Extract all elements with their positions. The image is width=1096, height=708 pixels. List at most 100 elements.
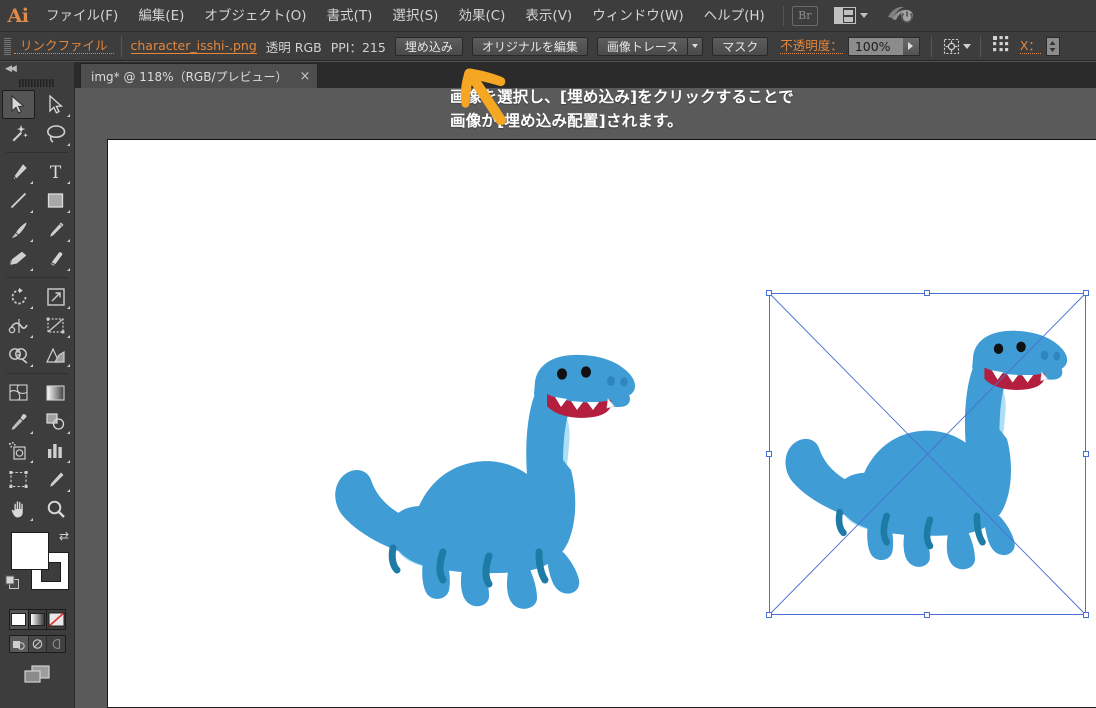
tool-panel: ◀◀ T ⇄	[0, 62, 75, 708]
linked-file-label[interactable]: リンクファイル	[14, 38, 114, 54]
gradient-swatch-button[interactable]	[29, 610, 48, 629]
tool-blob-brush[interactable]	[2, 244, 35, 273]
menu-item-type[interactable]: 書式(T)	[317, 0, 383, 32]
selection-bounding-box[interactable]	[766, 290, 1089, 618]
tool-rotate[interactable]	[2, 282, 35, 311]
selection-handle-tl[interactable]	[766, 290, 772, 296]
swap-fill-stroke-icon[interactable]: ⇄	[59, 529, 69, 543]
tool-hand[interactable]	[2, 494, 35, 523]
tool-lasso[interactable]	[39, 119, 72, 148]
fill-swatch[interactable]	[11, 532, 49, 570]
screen-mode-button[interactable]	[0, 663, 74, 685]
selection-handle-br[interactable]	[1083, 612, 1089, 618]
tool-symbol-sprayer[interactable]	[2, 436, 35, 465]
tool-panel-collapse[interactable]: ◀◀	[0, 62, 74, 76]
menu-bar: Ai ファイル(F) 編集(E) オブジェクト(O) 書式(T) 選択(S) 効…	[0, 0, 1096, 32]
up-left-arrow-icon	[460, 68, 507, 126]
draw-normal-button[interactable]	[10, 636, 29, 652]
menu-item-edit[interactable]: 編集(E)	[128, 0, 194, 32]
selection-handle-ml[interactable]	[766, 451, 772, 457]
tool-direct-selection[interactable]	[39, 90, 72, 119]
mask-button[interactable]: マスク	[712, 36, 769, 56]
image-trace-button[interactable]: 画像トレース	[596, 36, 689, 56]
selection-handle-tc[interactable]	[924, 290, 930, 296]
none-swatch-button[interactable]	[47, 610, 65, 629]
document-tab-title: img* @ 118%（RGB/プレビュー）	[91, 69, 288, 84]
linked-file-name[interactable]: character_isshi-.png	[130, 38, 257, 54]
opacity-popup-button[interactable]	[902, 37, 919, 55]
opacity-label[interactable]: 不透明度：	[780, 38, 843, 54]
divider	[930, 35, 932, 57]
tool-selection[interactable]	[2, 90, 35, 119]
bridge-icon[interactable]: Br	[791, 5, 818, 26]
menu-item-window[interactable]: ウィンドウ(W)	[582, 0, 693, 32]
tool-mesh[interactable]	[2, 378, 35, 407]
menu-item-file[interactable]: ファイル(F)	[36, 0, 128, 32]
tool-type[interactable]: T	[39, 157, 72, 186]
dino-unselected[interactable]	[323, 320, 653, 650]
tool-width[interactable]	[2, 311, 35, 340]
selection-handle-bl[interactable]	[766, 612, 772, 618]
reference-point-icon[interactable]	[992, 35, 1012, 58]
app-logo: Ai	[7, 4, 29, 27]
tool-gradient[interactable]	[39, 378, 72, 407]
tool-column-graph[interactable]	[39, 436, 72, 465]
close-icon[interactable]: ×	[300, 70, 311, 83]
double-chevron-left-icon: ◀◀	[5, 64, 17, 74]
tool-magic-wand[interactable]	[2, 119, 35, 148]
tool-grid	[0, 90, 75, 148]
draw-behind-button[interactable]	[28, 636, 48, 652]
illustrator-window: Ai ファイル(F) 編集(E) オブジェクト(O) 書式(T) 選択(S) 効…	[0, 0, 1096, 708]
tool-free-transform[interactable]	[39, 311, 72, 340]
default-fill-stroke-icon[interactable]	[5, 575, 21, 595]
menu-item-select[interactable]: 選択(S)	[382, 0, 448, 32]
embed-button[interactable]: 埋め込み	[394, 36, 463, 56]
workspace-switcher-icon[interactable]	[833, 7, 868, 24]
chevron-down-icon	[962, 43, 971, 49]
tool-pen[interactable]	[2, 157, 35, 186]
tool-slice[interactable]	[39, 465, 72, 494]
tool-eyedropper[interactable]	[2, 407, 35, 436]
document-tab[interactable]: img* @ 118%（RGB/プレビュー） ×	[80, 63, 319, 88]
tool-blend[interactable]	[39, 407, 72, 436]
tool-perspective-grid[interactable]	[39, 340, 72, 369]
edit-original-button[interactable]: オリジナルを編集	[471, 36, 588, 56]
tool-divider	[6, 277, 69, 278]
tool-panel-gripper[interactable]	[0, 76, 74, 90]
tool-pencil[interactable]	[39, 215, 72, 244]
color-swatch-button[interactable]	[10, 610, 29, 629]
ppi-info: PPI：215	[330, 39, 386, 55]
tool-line-segment[interactable]	[2, 186, 35, 215]
tool-divider	[6, 373, 69, 374]
selection-handle-mr[interactable]	[1083, 451, 1089, 457]
align-options-icon[interactable]	[943, 38, 971, 55]
draw-inside-button[interactable]	[47, 636, 65, 652]
tool-paintbrush[interactable]	[2, 215, 35, 244]
selection-handle-tr[interactable]	[1083, 290, 1089, 296]
cc-sync-icon[interactable]	[886, 4, 916, 28]
divider	[979, 35, 981, 57]
tool-eraser[interactable]	[39, 244, 72, 273]
fill-stroke-controls: ⇄	[0, 527, 75, 605]
artboard[interactable]	[107, 139, 1096, 708]
selection-handle-bc[interactable]	[924, 612, 930, 618]
opacity-value: 100%	[854, 38, 891, 54]
tool-divider	[6, 152, 69, 153]
canvas-area[interactable]	[75, 139, 1096, 708]
tool-scale[interactable]	[39, 282, 72, 311]
draw-mode-row	[9, 635, 66, 653]
selection-diagonals	[769, 293, 1086, 615]
tool-shape-builder[interactable]	[2, 340, 35, 369]
image-trace-dropdown[interactable]	[688, 36, 704, 56]
x-position-label[interactable]: X：	[1019, 38, 1041, 54]
menu-item-help[interactable]: ヘルプ(H)	[694, 0, 775, 32]
menu-item-effect[interactable]: 効果(C)	[448, 0, 515, 32]
menu-item-object[interactable]: オブジェクト(O)	[194, 0, 316, 32]
menu-item-view[interactable]: 表示(V)	[515, 0, 582, 32]
tool-zoom[interactable]	[39, 494, 72, 523]
tool-rectangle[interactable]	[39, 186, 72, 215]
opacity-input[interactable]: 100%	[847, 36, 920, 56]
tool-artboard[interactable]	[2, 465, 35, 494]
x-position-stepper[interactable]	[1045, 36, 1060, 56]
control-bar-gripper[interactable]	[0, 32, 14, 61]
